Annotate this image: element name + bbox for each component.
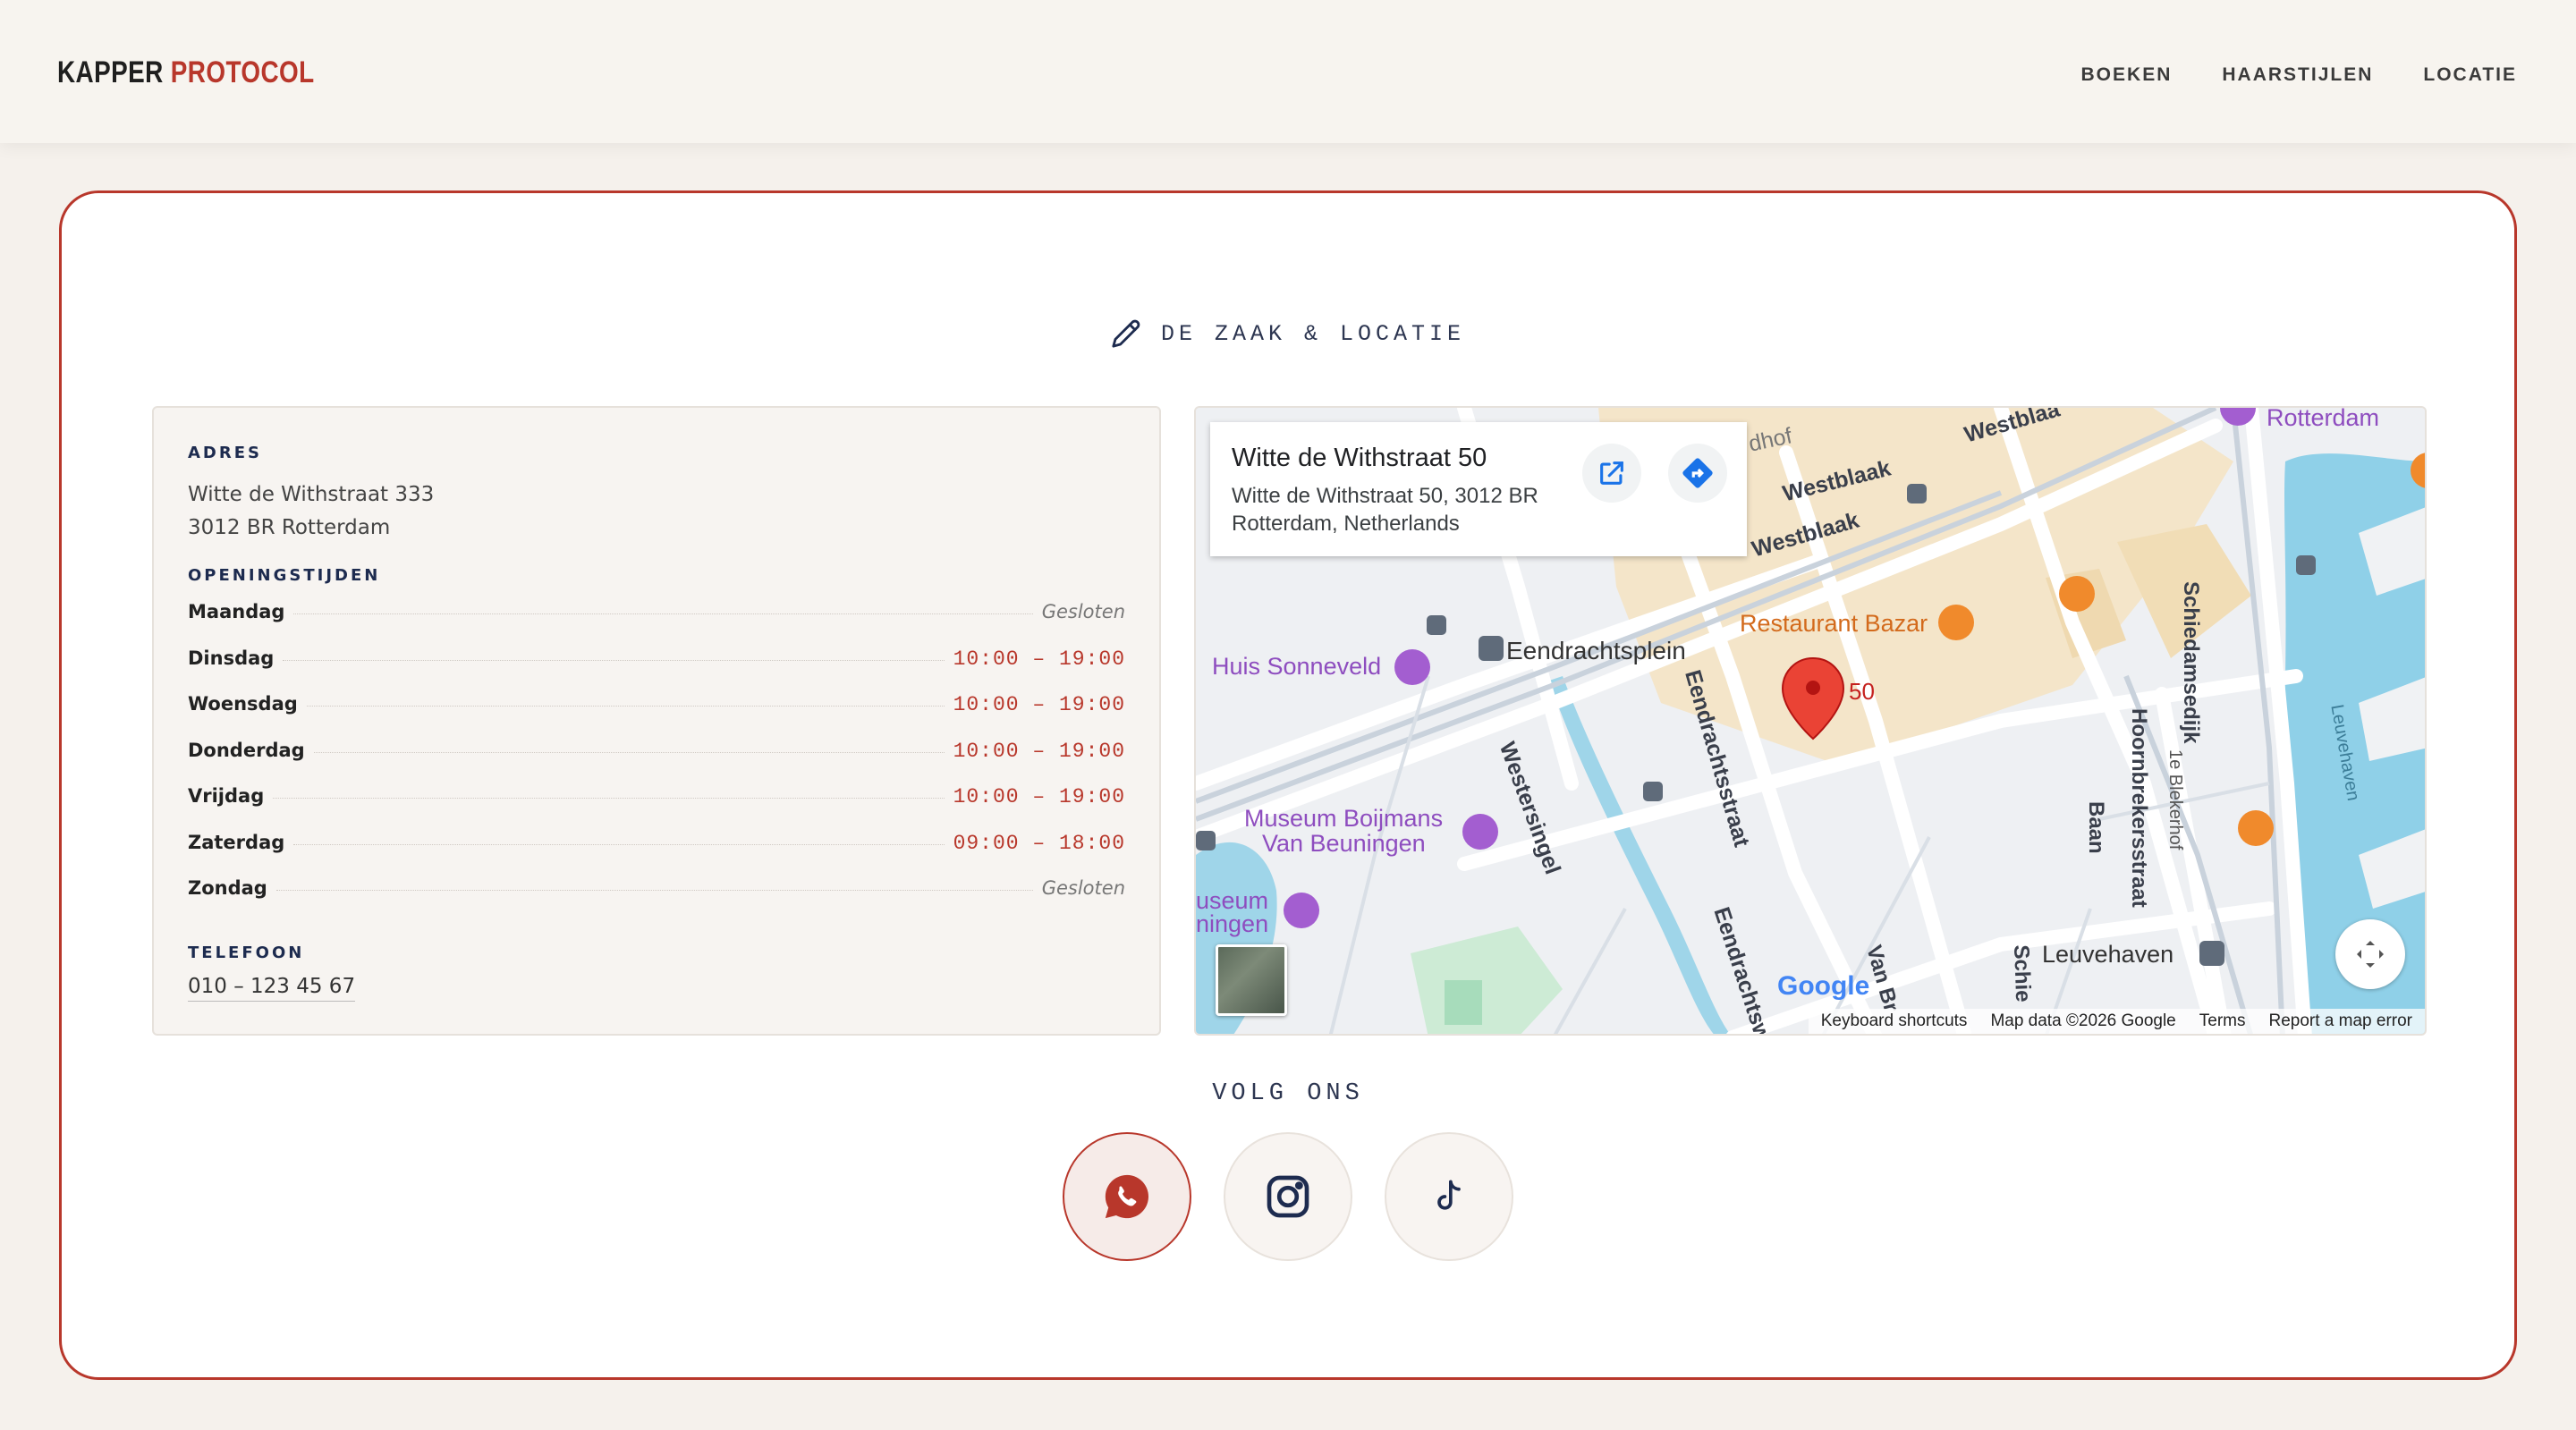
logo[interactable]: KAPPER PROTOCOL [57,55,315,90]
hours-row: Dinsdag 10:00 – 19:00 [188,647,1125,694]
address-heading: ADRES [188,444,262,462]
map-attribution: Keyboard shortcuts Map data ©2026 Google… [1808,1009,2425,1034]
hours-heading: OPENINGSTIJDEN [188,566,381,585]
hours-list: Maandag Gesloten Dinsdag 10:00 – 19:00 Woe… [188,601,1125,924]
day-label: Vrijdag [188,785,265,807]
open-in-maps-button[interactable] [1582,444,1641,503]
hours-value: 10:00 – 19:00 [953,647,1125,671]
section-title: DE ZAAK & LOCATIE [62,318,2514,349]
hours-value: 10:00 – 19:00 [953,693,1125,716]
google-logo: Google [1777,971,1870,1001]
hours-row: Vrijdag 10:00 – 19:00 [188,785,1125,832]
keyboard-shortcuts-link[interactable]: Keyboard shortcuts [1821,1011,1968,1031]
address-line-1: Witte de Withstraat 333 [188,483,435,506]
google-map[interactable]: Rotterdam Westblaak Westblaak Westblaa d… [1194,406,2427,1036]
address: Witte de Withstraat 333 3012 BR Rotterda… [188,478,1125,545]
hours-row: Zaterdag 09:00 – 18:00 [188,832,1125,878]
hours-row: Maandag Gesloten [188,601,1125,647]
place-address: Witte de Withstraat 50, 3012 BR Rotterda… [1232,484,1538,536]
map-label: Leuvehaven [2042,941,2174,968]
fullscreen-button[interactable] [2335,919,2405,989]
site-header: KAPPER PROTOCOL BOEKEN HAARSTIJLEN LOCAT… [0,0,2576,143]
pencil-icon [1112,319,1140,348]
satellite-toggle[interactable] [1216,944,1287,1016]
nav-haarstijlen[interactable]: HAARSTIJLEN [2222,64,2373,86]
external-link-icon [1600,461,1623,485]
phone-link[interactable]: 010 – 123 45 67 [188,975,356,1002]
address-line-2: 3012 BR Rotterdam [188,516,391,539]
map-label: Restaurant Bazar [1740,610,1928,637]
terms-link[interactable]: Terms [2199,1011,2246,1031]
tiktok-button[interactable] [1385,1132,1513,1261]
map-label: Huis Sonneveld [1212,653,1382,680]
fullscreen-icon [2357,941,2384,968]
map-label: Museum Boijmans [1244,805,1444,832]
map-label: Hoornbrekersstraat [2127,708,2151,908]
follow-title: VOLG ONS [1212,1080,1364,1107]
hours-value: Gesloten [1041,601,1125,622]
whatsapp-icon [1105,1174,1148,1219]
day-label: Donderdag [188,739,305,761]
whatsapp-button[interactable] [1063,1132,1191,1261]
map-marker-label: 50 [1849,678,1875,705]
hours-row: Zondag Gesloten [188,877,1125,924]
hours-value: 10:00 – 19:00 [953,785,1125,808]
hours-row: Donderdag 10:00 – 19:00 [188,740,1125,786]
hours-value: 09:00 – 18:00 [953,831,1125,855]
logo-accent-text: PROTOCOL [170,55,315,89]
map-label: Rotterdam [2267,406,2380,431]
instagram-button[interactable] [1224,1132,1352,1261]
report-map-error-link[interactable]: Report a map error [2268,1011,2412,1031]
map-place-card: Witte de Withstraat 50 Witte de Withstra… [1210,422,1747,556]
day-label: Woensdag [188,693,298,715]
map-label: ningen [1196,910,1269,937]
directions-button[interactable] [1668,444,1727,503]
section-title-text: DE ZAAK & LOCATIE [1160,320,1466,347]
day-label: Zondag [188,877,267,899]
logo-text: KAPPER [57,55,171,89]
info-panel: ADRES Witte de Withstraat 333 3012 BR Ro… [152,406,1161,1036]
location-card: DE ZAAK & LOCATIE ADRES Witte de Withstr… [59,190,2517,1380]
hours-value: 10:00 – 19:00 [953,739,1125,763]
social-links [62,1132,2514,1261]
map-label: Schie [2009,944,2036,1003]
map-data-text: Map data ©2026 Google [1990,1011,2176,1030]
place-name: Witte de Withstraat 50 [1232,444,1487,472]
hours-row: Woensdag 10:00 – 19:00 [188,693,1125,740]
day-label: Maandag [188,601,285,622]
map-label: Schiedamsedijk [2179,581,2203,744]
phone-heading: TELEFOON [188,943,305,962]
day-label: Zaterdag [188,831,285,853]
map-label: Baan [2084,801,2108,854]
instagram-icon [1267,1175,1309,1218]
map-label: Eendrachtsplein [1506,637,1686,664]
nav-boeken[interactable]: BOEKEN [2081,64,2173,86]
map-label: 1e Blekerhof [2165,749,2185,850]
nav-locatie[interactable]: LOCATIE [2423,64,2517,86]
tiktok-icon [1437,1180,1461,1210]
hours-value: Gesloten [1041,877,1125,899]
day-label: Dinsdag [188,647,275,669]
map-label: Van Beuningen [1262,830,1426,857]
directions-icon [1682,458,1713,488]
main-nav: BOEKEN HAARSTIJLEN LOCATIE [2081,64,2517,86]
